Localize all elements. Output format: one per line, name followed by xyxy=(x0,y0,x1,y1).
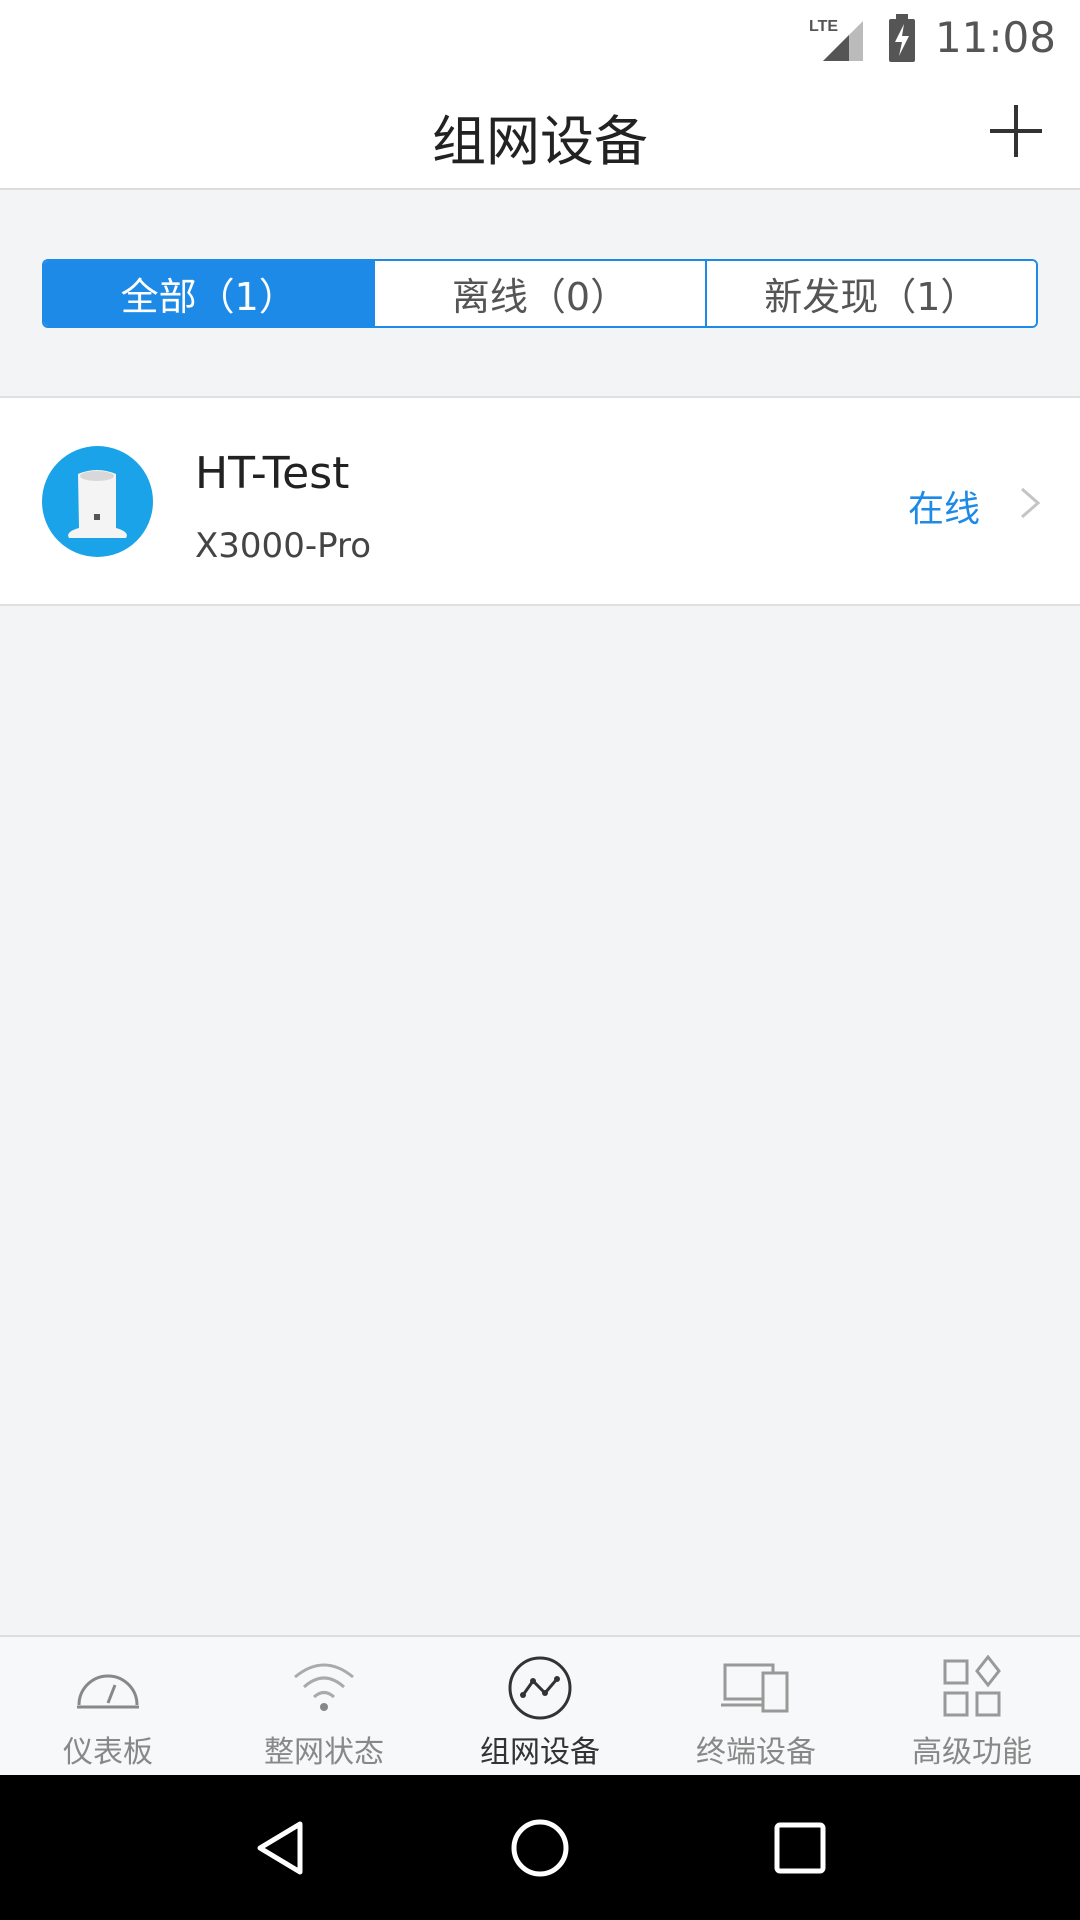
tab-all[interactable]: 全部（1） xyxy=(44,261,374,326)
tab-offline[interactable]: 离线（0） xyxy=(373,261,705,326)
network-label: LTE xyxy=(809,18,838,35)
lte-signal-icon: LTE xyxy=(809,13,869,63)
home-circle-icon xyxy=(511,1819,569,1876)
tab-label: 仪表板 xyxy=(63,1735,153,1770)
back-button[interactable] xyxy=(240,1808,320,1888)
tab-new-found[interactable]: 新发现（1） xyxy=(704,261,1036,326)
tab-label: 整网状态 xyxy=(264,1735,384,1770)
network-graph-icon xyxy=(508,1656,572,1720)
list-item[interactable]: HT-Test X3000-Pro 在线 xyxy=(0,398,1080,604)
tab-label: 组网设备 xyxy=(480,1735,600,1770)
system-nav-bar xyxy=(0,1775,1080,1920)
filter-tabs: 全部（1） 离线（0） 新发现（1） xyxy=(42,259,1038,328)
device-name: HT-Test xyxy=(195,448,350,499)
header: 组网设备 xyxy=(0,75,1080,190)
status-bar: LTE 11:08 xyxy=(0,0,1080,75)
page-title: 组网设备 xyxy=(432,110,648,173)
tab-client-devices[interactable]: 终端设备 xyxy=(648,1637,864,1775)
router-device-icon xyxy=(42,446,153,557)
chevron-right-icon xyxy=(1021,487,1041,519)
add-device-button[interactable] xyxy=(986,101,1046,161)
devices-icon xyxy=(721,1663,789,1713)
recents-square-icon xyxy=(774,1822,826,1873)
bottom-tab-bar: 仪表板 整网状态 组网设备 终端设备 高级功能 xyxy=(0,1635,1080,1775)
status-badge: 在线 xyxy=(907,489,980,530)
tab-advanced[interactable]: 高级功能 xyxy=(864,1637,1080,1775)
tab-label: 终端设备 xyxy=(696,1735,816,1770)
battery-charging-icon xyxy=(887,13,917,62)
home-button[interactable] xyxy=(500,1808,580,1888)
device-list: HT-Test X3000-Pro 在线 xyxy=(0,396,1080,606)
status-time: 11:08 xyxy=(934,13,1056,62)
tab-mesh-devices[interactable]: 组网设备 xyxy=(432,1637,648,1775)
app-screen: LTE 11:08 组网设备 全部（1） 离线（0） 新发现（1） HT-Tes… xyxy=(0,0,1080,1920)
device-model: X3000-Pro xyxy=(195,526,372,566)
tab-label: 高级功能 xyxy=(912,1735,1032,1770)
tab-dashboard[interactable]: 仪表板 xyxy=(0,1637,216,1775)
wifi-icon xyxy=(294,1663,354,1711)
dashboard-gauge-icon xyxy=(77,1674,139,1709)
back-triangle-icon xyxy=(257,1821,303,1874)
apps-grid-icon xyxy=(943,1655,1001,1717)
recents-button[interactable] xyxy=(760,1808,840,1888)
plus-icon xyxy=(990,105,1042,157)
tab-network-status[interactable]: 整网状态 xyxy=(216,1637,432,1775)
